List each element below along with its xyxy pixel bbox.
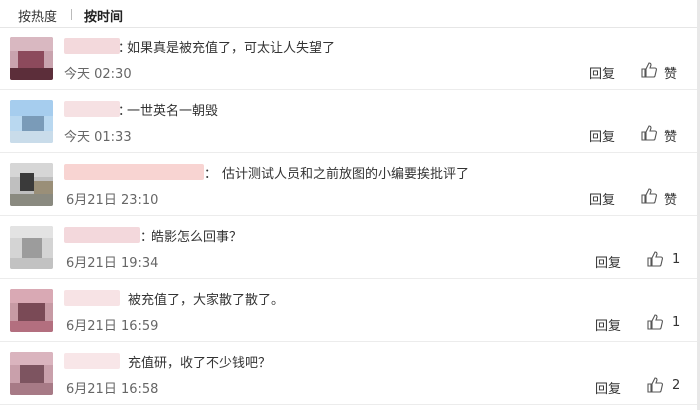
thumbs-up-icon[interactable] — [640, 61, 658, 79]
reply-button[interactable]: 回复 — [595, 378, 621, 397]
comment-item: 被充值了，大家散了散了。 6月21日 16:59 回复 1 — [0, 280, 700, 342]
comment-item: ： 如果真是被充值了，可太让人失望了 今天 02:30 回复 赞 — [0, 28, 700, 90]
comment-text: 估计测试人员和之前放图的小编要挨批评了 — [222, 167, 470, 182]
username-blurred[interactable] — [64, 164, 204, 180]
username-blurred[interactable] — [64, 290, 120, 306]
thumbs-up-icon[interactable] — [640, 187, 658, 205]
avatar[interactable] — [10, 37, 53, 80]
sort-tabs: 按热度 按时间 — [0, 0, 700, 28]
comment-time: 今天 02:30 — [64, 67, 132, 82]
tab-sort-by-popularity[interactable]: 按热度 — [18, 6, 57, 25]
reply-button[interactable]: 回复 — [589, 63, 615, 82]
comment-item: ： 估计测试人员和之前放图的小编要挨批评了 6月21日 23:10 回复 赞 — [0, 154, 700, 216]
comment-item: 充值研，收了不少钱吧？ 6月21日 16:58 回复 2 — [0, 343, 700, 405]
reply-button[interactable]: 回复 — [589, 189, 615, 208]
comment-text: 如果真是被充值了，可太让人失望了 — [127, 41, 336, 56]
username-blurred[interactable] — [64, 38, 120, 54]
avatar[interactable] — [10, 289, 53, 332]
thumbs-up-icon[interactable] — [646, 376, 664, 394]
reply-button[interactable]: 回复 — [595, 315, 621, 334]
comment-time: 6月21日 23:10 — [66, 193, 159, 208]
comment-text: 被充值了，大家散了散了。 — [128, 293, 285, 308]
comment-time: 6月21日 16:59 — [66, 319, 159, 334]
name-separator: ： — [204, 167, 218, 182]
reply-button[interactable]: 回复 — [595, 252, 621, 271]
comment-time: 今天 01:33 — [64, 130, 132, 145]
tab-sort-by-time[interactable]: 按时间 — [84, 6, 123, 25]
thumbs-up-icon[interactable] — [640, 124, 658, 142]
avatar[interactable] — [10, 100, 53, 143]
comment-item: ： 一世英名一朝毁 今天 01:33 回复 赞 — [0, 91, 700, 153]
comment-time: 6月21日 19:34 — [66, 256, 159, 271]
avatar[interactable] — [10, 163, 53, 206]
avatar[interactable] — [10, 226, 53, 269]
comment-text: 充值研，收了不少钱吧？ — [128, 356, 272, 371]
comment-item: ： 皓影怎么回事？ 6月21日 19:34 回复 1 — [0, 217, 700, 279]
thumbs-up-icon[interactable] — [646, 250, 664, 268]
thumbs-up-icon[interactable] — [646, 313, 664, 331]
comment-text: 皓影怎么回事？ — [151, 230, 243, 245]
like-count[interactable]: 2 — [672, 378, 680, 393]
like-count[interactable]: 1 — [672, 315, 680, 330]
like-count[interactable]: 赞 — [664, 63, 677, 82]
username-blurred[interactable] — [64, 227, 140, 243]
comment-time: 6月21日 16:58 — [66, 382, 159, 397]
avatar[interactable] — [10, 352, 53, 395]
like-count[interactable]: 赞 — [664, 126, 677, 145]
like-count[interactable]: 赞 — [664, 189, 677, 208]
like-count[interactable]: 1 — [672, 252, 680, 267]
comment-text: 一世英名一朝毁 — [127, 104, 219, 119]
username-blurred[interactable] — [64, 353, 120, 369]
reply-button[interactable]: 回复 — [589, 126, 615, 145]
tab-divider — [71, 9, 72, 20]
username-blurred[interactable] — [64, 101, 120, 117]
